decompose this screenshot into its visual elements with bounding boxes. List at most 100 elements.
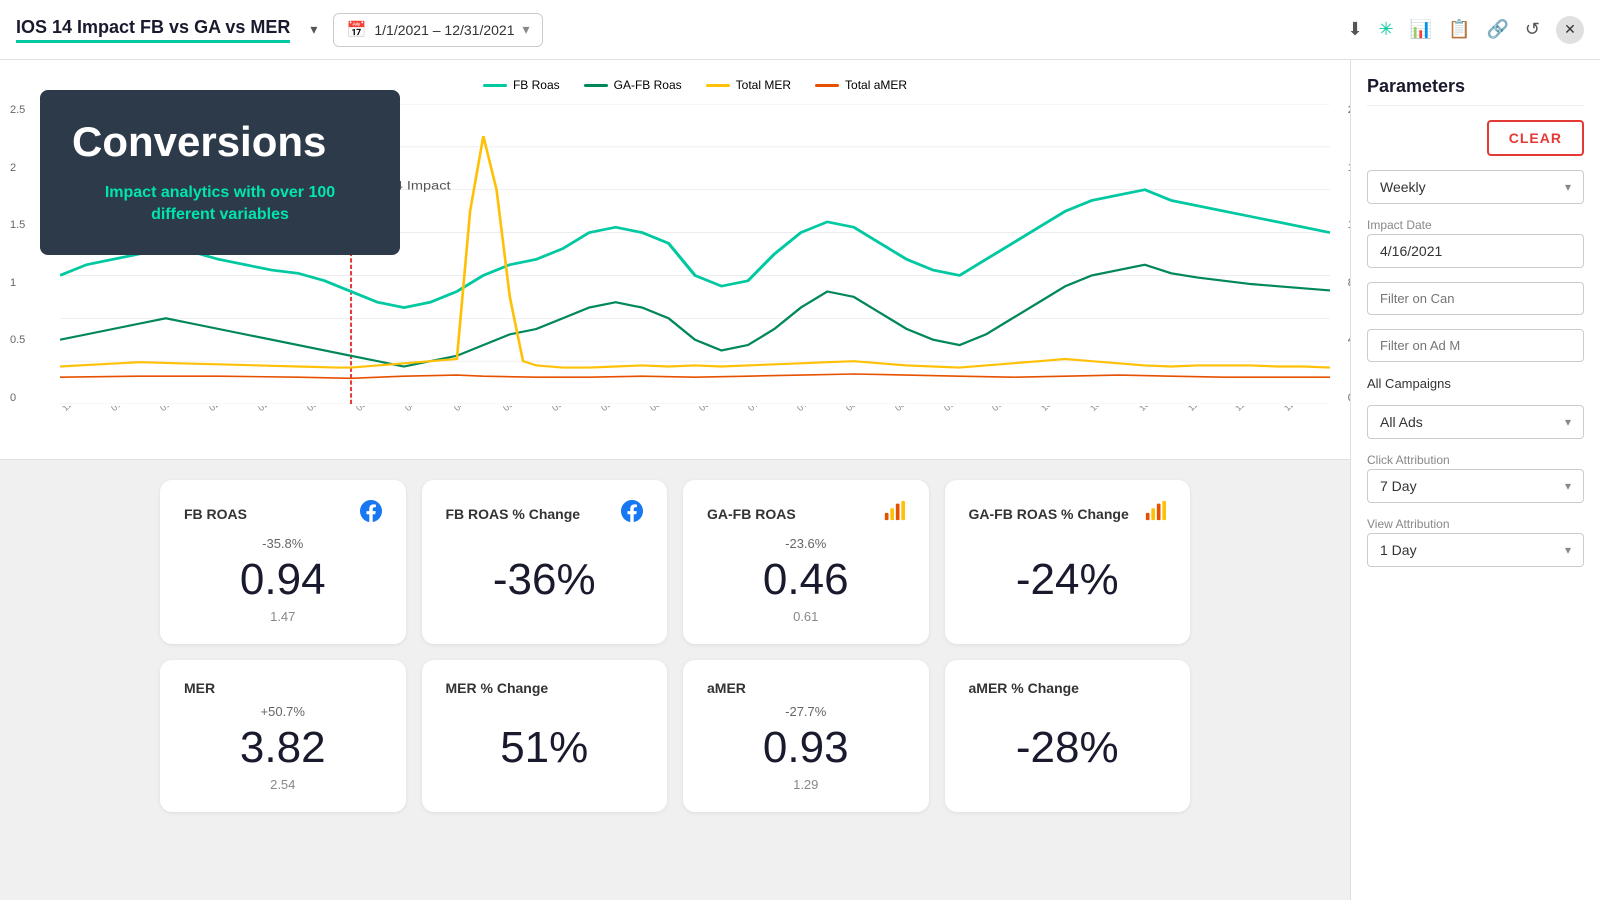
metric-baseline-ga-fb-roas: 0.61 [707, 609, 905, 624]
all-ads-dropdown[interactable]: All Ads ▾ [1367, 405, 1584, 439]
metric-card-mer-change: MER % Change 51% [422, 660, 668, 812]
metric-title-fb-roas-change: FB ROAS % Change [446, 506, 581, 522]
metric-change-ga-fb-roas-change [969, 536, 1167, 551]
download-icon[interactable]: ⬇ [1347, 19, 1362, 40]
bar-chart-icon[interactable]: 📊 [1410, 19, 1432, 40]
metric-header-fb-roas-change: FB ROAS % Change [446, 500, 644, 528]
metric-title-mer-change: MER % Change [446, 680, 549, 696]
clipboard-icon[interactable]: 📋 [1448, 19, 1470, 40]
metric-value-ga-fb-roas-change: -24% [969, 555, 1167, 605]
chart-section: Conversions Impact analytics with over 1… [0, 60, 1350, 460]
frequency-chevron: ▾ [1565, 180, 1571, 194]
metric-card-ga-fb-roas: GA-FB ROAS -23.6% 0.46 0.61 [683, 480, 929, 644]
y-axis-right: 201612840 [1348, 104, 1350, 404]
asterisk-icon[interactable]: ✳ [1379, 19, 1394, 40]
main-layout: Conversions Impact analytics with over 1… [0, 60, 1600, 900]
click-attribution-value: 7 Day [1380, 478, 1417, 494]
metric-title-fb-roas: FB ROAS [184, 506, 247, 522]
title-dropdown-icon[interactable]: ▾ [310, 21, 317, 38]
overlay-card: Conversions Impact analytics with over 1… [40, 90, 400, 255]
y-axis-left: 2.521.510.50 [10, 104, 25, 404]
legend-total-amer-line [815, 84, 839, 87]
metric-baseline-ga-fb-roas-change [969, 609, 1167, 624]
fb-icon-roas [360, 500, 382, 528]
click-attribution-section: Click Attribution 7 Day ▾ [1367, 453, 1584, 503]
filter-campaign-input[interactable] [1367, 282, 1584, 315]
metric-baseline-amer-change [969, 777, 1167, 792]
filter-ad-input[interactable] [1367, 329, 1584, 362]
metric-baseline-mer-change [446, 777, 644, 792]
view-attribution-section: View Attribution 1 Day ▾ [1367, 517, 1584, 567]
all-campaigns-label: All Campaigns [1367, 376, 1584, 391]
metrics-section: FB ROAS -35.8% 0.94 1.47 FB ROAS % Chang… [0, 460, 1350, 848]
metric-value-mer-change: 51% [446, 723, 644, 773]
metrics-grid-bottom: MER +50.7% 3.82 2.54 MER % Change 51% [160, 660, 1190, 812]
metric-card-mer: MER +50.7% 3.82 2.54 [160, 660, 406, 812]
metric-header-amer-change: aMER % Change [969, 680, 1167, 696]
page-title: IOS 14 Impact FB vs GA vs MER [16, 17, 290, 43]
legend-fb-roas-label: FB Roas [513, 78, 560, 92]
metric-change-ga-fb-roas: -23.6% [707, 536, 905, 551]
header-toolbar: ⬇ ✳ 📊 📋 🔗 ↺ ✕ [1347, 16, 1584, 44]
metric-header-fb-roas: FB ROAS [184, 500, 382, 528]
click-attribution-dropdown[interactable]: 7 Day ▾ [1367, 469, 1584, 503]
metric-change-fb-roas: -35.8% [184, 536, 382, 551]
x-axis-labels: 12/27-01/02 01/10-01/16 01/24-01/30 02/0… [60, 406, 1330, 416]
metric-header-mer-change: MER % Change [446, 680, 644, 696]
metric-baseline-mer: 2.54 [184, 777, 382, 792]
link-icon[interactable]: 🔗 [1486, 19, 1508, 40]
metric-title-amer: aMER [707, 680, 746, 696]
metrics-grid-top: FB ROAS -35.8% 0.94 1.47 FB ROAS % Chang… [160, 480, 1190, 644]
metric-baseline-amer: 1.29 [707, 777, 905, 792]
metric-title-ga-fb-roas-change: GA-FB ROAS % Change [969, 506, 1129, 522]
legend-total-mer-line [706, 84, 730, 87]
metric-card-amer-change: aMER % Change -28% [945, 660, 1191, 812]
legend-total-amer-label: Total aMER [845, 78, 907, 92]
metric-value-amer: 0.93 [707, 723, 905, 773]
metric-change-amer: -27.7% [707, 704, 905, 719]
metric-change-fb-roas-change [446, 536, 644, 551]
close-button[interactable]: ✕ [1556, 16, 1584, 44]
legend-total-mer-label: Total MER [736, 78, 791, 92]
legend-fb-roas-line [483, 84, 507, 87]
metric-change-mer: +50.7% [184, 704, 382, 719]
metric-value-fb-roas: 0.94 [184, 555, 382, 605]
legend-ga-fb-roas-label: GA-FB Roas [614, 78, 682, 92]
impact-date-value[interactable]: 4/16/2021 [1367, 234, 1584, 268]
overlay-subtext: Impact analytics with over 100 different… [72, 182, 368, 227]
legend-total-mer: Total MER [706, 78, 791, 92]
header: IOS 14 Impact FB vs GA vs MER ▾ 📅 1/1/20… [0, 0, 1600, 60]
view-attribution-value: 1 Day [1380, 542, 1417, 558]
metric-title-mer: MER [184, 680, 215, 696]
metric-card-amer: aMER -27.7% 0.93 1.29 [683, 660, 929, 812]
ga-icon-roas-change [1144, 500, 1166, 528]
view-attribution-dropdown[interactable]: 1 Day ▾ [1367, 533, 1584, 567]
refresh-icon[interactable]: ↺ [1525, 19, 1540, 40]
fb-icon-roas-change [621, 500, 643, 528]
content-area: Conversions Impact analytics with over 1… [0, 60, 1350, 900]
view-attr-chevron: ▾ [1565, 543, 1571, 557]
metric-header-ga-fb-roas: GA-FB ROAS [707, 500, 905, 528]
metric-value-mer: 3.82 [184, 723, 382, 773]
panel-title: Parameters [1367, 76, 1584, 106]
click-attr-chevron: ▾ [1565, 479, 1571, 493]
metric-card-fb-roas-change: FB ROAS % Change -36% [422, 480, 668, 644]
all-ads-value: All Ads [1380, 414, 1423, 430]
metric-change-mer-pct [446, 704, 644, 719]
date-range-picker[interactable]: 📅 1/1/2021 – 12/31/2021 ▾ [333, 13, 542, 47]
metric-card-fb-roas: FB ROAS -35.8% 0.94 1.47 [160, 480, 406, 644]
metric-value-amer-change: -28% [969, 723, 1167, 773]
legend-ga-fb-roas-line [584, 84, 608, 87]
all-ads-chevron: ▾ [1565, 415, 1571, 429]
metric-header-amer: aMER [707, 680, 905, 696]
right-panel: Parameters CLEAR Weekly ▾ Impact Date 4/… [1350, 60, 1600, 900]
metric-value-ga-fb-roas: 0.46 [707, 555, 905, 605]
overlay-heading: Conversions [72, 118, 368, 166]
impact-date-section: Impact Date 4/16/2021 [1367, 218, 1584, 268]
clear-button[interactable]: CLEAR [1487, 120, 1584, 156]
metric-baseline-fb-roas-change [446, 609, 644, 624]
metric-header-mer: MER [184, 680, 382, 696]
frequency-dropdown[interactable]: Weekly ▾ [1367, 170, 1584, 204]
metric-baseline-fb-roas: 1.47 [184, 609, 382, 624]
metric-value-fb-roas-change: -36% [446, 555, 644, 605]
